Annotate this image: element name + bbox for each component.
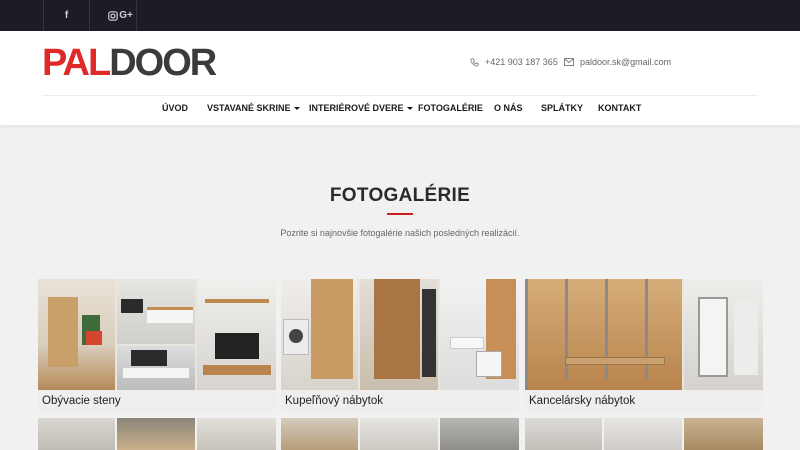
gallery-photo [684,279,763,390]
title-underline [387,213,413,215]
google-plus-glyph: G+ [119,10,133,21]
gallery-photo [525,279,682,390]
gallery-photo [117,346,195,390]
logo-part-pal: PAL [42,42,111,84]
gallery-photo [360,279,438,390]
nav-label: KONTAKT [598,103,642,113]
header-divider [42,95,758,96]
nav-item-o-nas[interactable]: O NÁS [494,103,523,113]
nav-item-uvod[interactable]: ÚVOD [162,103,188,113]
phone-icon [470,57,479,67]
nav-item-kontakt[interactable]: KONTAKT [598,103,641,113]
nav-item-fotogalerie[interactable]: FOTOGALÉRIE [418,103,483,113]
gallery-photo [117,418,195,450]
email-address: paldoor.sk@gmail.com [580,57,672,67]
facebook-icon[interactable]: f [43,0,90,31]
gallery-photo [281,418,358,450]
page-title: FOTOGALÉRIE [329,185,471,206]
nav-label: VSTAVANÉ SKRINE [207,103,291,113]
gallery-card-label: Kupeľňový nábytok [281,390,519,412]
nav-item-splatky[interactable]: SPLÁTKY [541,103,583,113]
gallery-card-label: Kancelársky nábytok [525,390,763,412]
gallery-photo [197,279,276,390]
gallery-photo [38,418,115,450]
chevron-down-icon [293,106,300,110]
gallery-photo [117,279,195,344]
site-header: PALDOOR +421 903 187 365 paldoor.sk@gmai… [0,31,800,125]
header-phone[interactable]: +421 903 187 365 [470,57,558,67]
nav-item-interierove-dvere[interactable]: INTERIÉROVÉ DVERE [309,103,413,113]
gallery-photo [525,418,602,450]
gallery-photo [281,279,358,390]
top-bar: f G+ [0,0,800,31]
chevron-down-icon [406,106,413,110]
paldoor-logo[interactable]: PALDOOR [42,42,217,84]
nav-label: FOTOGALÉRIE [418,103,483,113]
email-icon [564,58,574,66]
gallery-photo [360,418,438,450]
gallery-photo [197,418,276,450]
gallery-photo [684,418,763,450]
social-divider [136,0,137,31]
header-email[interactable]: paldoor.sk@gmail.com [564,57,671,67]
google-plus-icon[interactable]: G+ [108,0,144,31]
main-nav: ÚVOD VSTAVANÉ SKRINE INTERIÉROVÉ DVERE F… [0,97,800,125]
nav-label: INTERIÉROVÉ DVERE [309,103,404,113]
phone-number: +421 903 187 365 [485,57,558,67]
facebook-glyph: f [64,10,69,21]
nav-item-vstavane-skrine[interactable]: VSTAVANÉ SKRINE [207,103,300,113]
gallery-photo [440,418,519,450]
gallery-card-label: Obývacie steny [38,390,276,412]
gallery-card-obyvacie-steny[interactable]: Obývacie steny [38,279,276,412]
gallery-photo [38,279,115,390]
gallery-photo [440,279,519,390]
nav-label: ÚVOD [162,103,189,113]
gallery-card-kupelnovy-nabytok[interactable]: Kupeľňový nábytok [281,279,519,412]
nav-label: SPLÁTKY [541,103,584,113]
logo-part-door: DOOR [109,42,217,84]
page-subtitle: Pozrite si najnovšie fotogalérie našich … [280,228,520,238]
gallery-photo [604,418,682,450]
nav-label: O NÁS [494,103,523,113]
gallery-card-kancelarsky-nabytok[interactable]: Kancelársky nábytok [525,279,763,412]
